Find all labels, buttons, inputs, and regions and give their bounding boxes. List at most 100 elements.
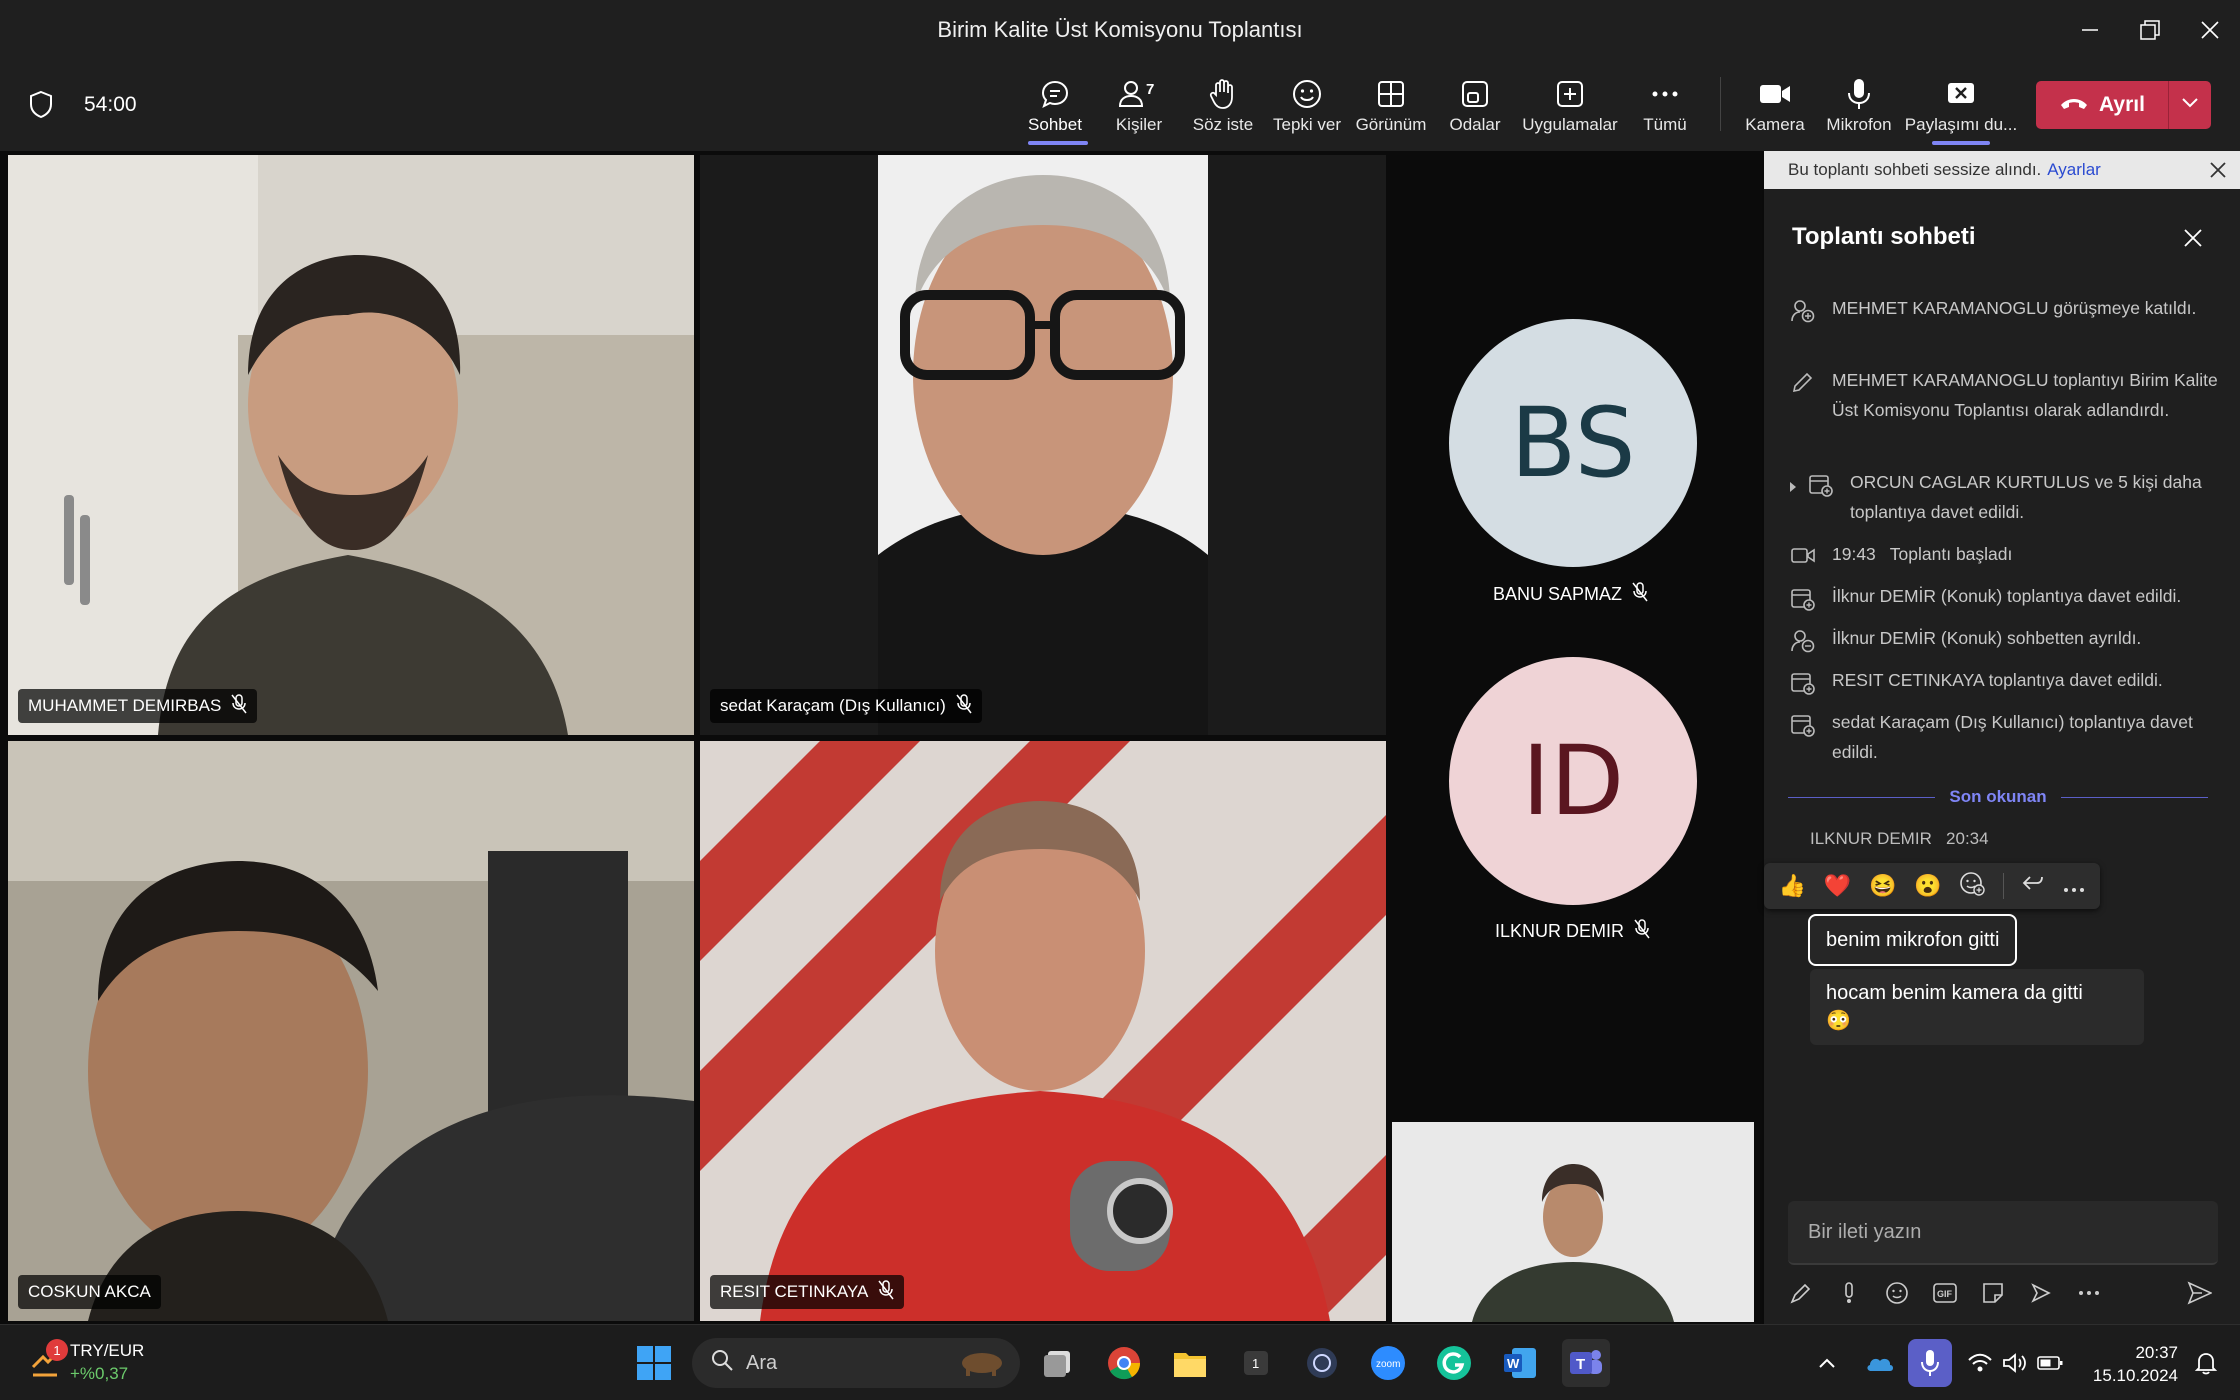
participant-label-banu: BANU SAPMAZ [1493, 582, 1648, 607]
avatar-ilknur[interactable]: ID [1449, 657, 1697, 905]
chat-panel: Bu toplantı sohbeti sessize alındı. Ayar… [1764, 151, 2240, 1324]
like-reaction[interactable]: 👍 [1779, 873, 1806, 899]
video-tile-resit[interactable]: RESIT CETINKAYA [700, 741, 1386, 1321]
chrome-icon[interactable] [1100, 1339, 1148, 1387]
battery-icon[interactable] [2030, 1339, 2070, 1387]
reaction-bar: 👍 ❤️ 😆 😮 [1764, 863, 2100, 909]
raise-hand-button[interactable]: Söz iste [1178, 73, 1268, 143]
mic-off-icon [878, 1279, 894, 1305]
chevron-up-icon[interactable] [1812, 1339, 1842, 1387]
word-icon[interactable]: W [1496, 1339, 1544, 1387]
close-chat-button[interactable] [2182, 227, 2204, 254]
raise-hand-icon [1207, 73, 1239, 115]
taskbar-clock[interactable]: 20:37 15.10.2024 [2093, 1341, 2178, 1387]
more-button[interactable]: Tümü [1620, 73, 1710, 143]
people-button[interactable]: 7 Kişiler [1094, 73, 1184, 143]
avatar-initials: BS [1510, 387, 1636, 499]
caret-right-icon[interactable] [1788, 467, 1802, 527]
mic-off-icon [956, 693, 972, 719]
mic-off-icon [1634, 919, 1650, 944]
meeting-timer: 54:00 [84, 93, 137, 116]
stop-sharing-button[interactable]: Paylaşımı du... [1905, 73, 2017, 143]
send-icon[interactable] [2186, 1280, 2212, 1306]
search-highlight-icon [952, 1343, 1008, 1383]
teams-icon[interactable]: T [1562, 1339, 1610, 1387]
participant-nametag: sedat Karaçam (Dış Kullanıcı) [710, 689, 982, 723]
surprised-reaction[interactable]: 😮 [1914, 873, 1941, 899]
restore-button[interactable] [2130, 10, 2170, 50]
video-tile-coskun[interactable]: COSKUN AKCA [8, 741, 694, 1321]
svg-text:7: 7 [1146, 81, 1154, 98]
participant-video [8, 741, 694, 1321]
sticker-icon[interactable] [1980, 1280, 2006, 1306]
close-banner-icon[interactable] [2208, 160, 2228, 185]
app-icon-1[interactable]: 1 [1232, 1339, 1280, 1387]
grid-icon [1376, 73, 1406, 115]
heart-reaction[interactable]: ❤️ [1824, 873, 1851, 899]
zoom-icon[interactable]: zoom [1364, 1339, 1412, 1387]
more-icon[interactable] [2076, 1280, 2102, 1306]
participant-video [878, 155, 1208, 735]
taskbar-search[interactable]: Ara [692, 1338, 1020, 1388]
apps-button[interactable]: Uygulamalar [1522, 73, 1618, 143]
shield-icon[interactable] [28, 89, 54, 124]
camera-button[interactable]: Kamera [1730, 73, 1820, 143]
video-tile-muhammet[interactable]: MUHAMMET DEMIRBAS [8, 155, 694, 735]
camera-icon [1758, 73, 1792, 115]
svg-text:zoom: zoom [1376, 1359, 1400, 1370]
emoji-icon[interactable] [1884, 1280, 1910, 1306]
leave-options-dropdown[interactable] [2169, 96, 2211, 114]
chat-event-expandable[interactable]: ORCUN CAGLAR KURTULUS ve 5 kişi daha top… [1788, 467, 2228, 527]
laugh-reaction[interactable]: 😆 [1869, 873, 1896, 899]
flushed-emoji: 😳 [1826, 1010, 1851, 1032]
more-options-icon[interactable] [2063, 873, 2085, 899]
reply-icon[interactable] [2021, 873, 2045, 899]
grammarly-icon[interactable] [1430, 1339, 1478, 1387]
chat-message[interactable]: hocam benim kamera da gitti 😳 [1810, 969, 2144, 1045]
participant-nametag: RESIT CETINKAYA [710, 1275, 905, 1309]
weather-widget[interactable]: 1 TRY/EUR +%0,37 [30, 1339, 144, 1385]
rooms-button[interactable]: Odalar [1430, 73, 1520, 143]
chat-message[interactable]: benim mikrofon gitti [1807, 914, 2018, 966]
format-icon[interactable] [1788, 1280, 1814, 1306]
start-button[interactable] [630, 1339, 678, 1387]
microphone-tray-icon[interactable] [1908, 1339, 1952, 1387]
video-icon [1788, 539, 1818, 569]
emoji-icon [1291, 73, 1323, 115]
calendar-add-icon [1806, 467, 1836, 527]
avatar-initials: ID [1521, 725, 1625, 837]
chat-button[interactable]: Sohbet [1010, 73, 1100, 143]
important-icon[interactable] [1836, 1280, 1862, 1306]
self-video-tile[interactable] [1392, 1122, 1754, 1322]
view-button[interactable]: Görünüm [1346, 73, 1436, 143]
video-tile-sedat[interactable]: sedat Karaçam (Dış Kullanıcı) [700, 155, 1386, 735]
settings-link[interactable]: Ayarlar [2047, 160, 2101, 180]
gif-icon[interactable]: GIF [1932, 1280, 1958, 1306]
add-reaction-icon[interactable] [1959, 870, 1985, 902]
microphone-button[interactable]: Mikrofon [1814, 73, 1904, 143]
file-explorer-icon[interactable] [1166, 1339, 1214, 1387]
sharing-indicator [1932, 141, 1990, 145]
wifi-icon[interactable] [1960, 1339, 2000, 1387]
person-add-icon [1788, 293, 1818, 323]
pencil-icon [1788, 365, 1818, 425]
camera-app-icon[interactable] [1298, 1339, 1346, 1387]
leave-button-group: Ayrıl [2036, 81, 2211, 129]
message-input[interactable]: Bir ileti yazın [1788, 1201, 2218, 1265]
hang-up-icon [2059, 93, 2089, 117]
minimize-button[interactable] [2070, 10, 2110, 50]
react-button[interactable]: Tepki ver [1262, 73, 1352, 143]
close-window-button[interactable] [2190, 10, 2230, 50]
search-icon [710, 1348, 734, 1378]
task-view-icon[interactable] [1034, 1339, 1082, 1387]
avatar-banu[interactable]: BS [1449, 319, 1697, 567]
person-leave-icon [1788, 623, 1818, 653]
message-author: ILKNUR DEMIR 20:34 [1810, 829, 1989, 848]
leave-button[interactable]: Ayrıl [2036, 81, 2168, 129]
onedrive-icon[interactable] [1860, 1339, 1900, 1387]
loop-icon[interactable] [2028, 1280, 2054, 1306]
mic-off-icon [231, 693, 247, 719]
volume-icon[interactable] [1995, 1339, 2035, 1387]
notifications-icon[interactable] [2186, 1339, 2226, 1387]
window-title: Birim Kalite Üst Komisyonu Toplantısı [937, 17, 1303, 42]
